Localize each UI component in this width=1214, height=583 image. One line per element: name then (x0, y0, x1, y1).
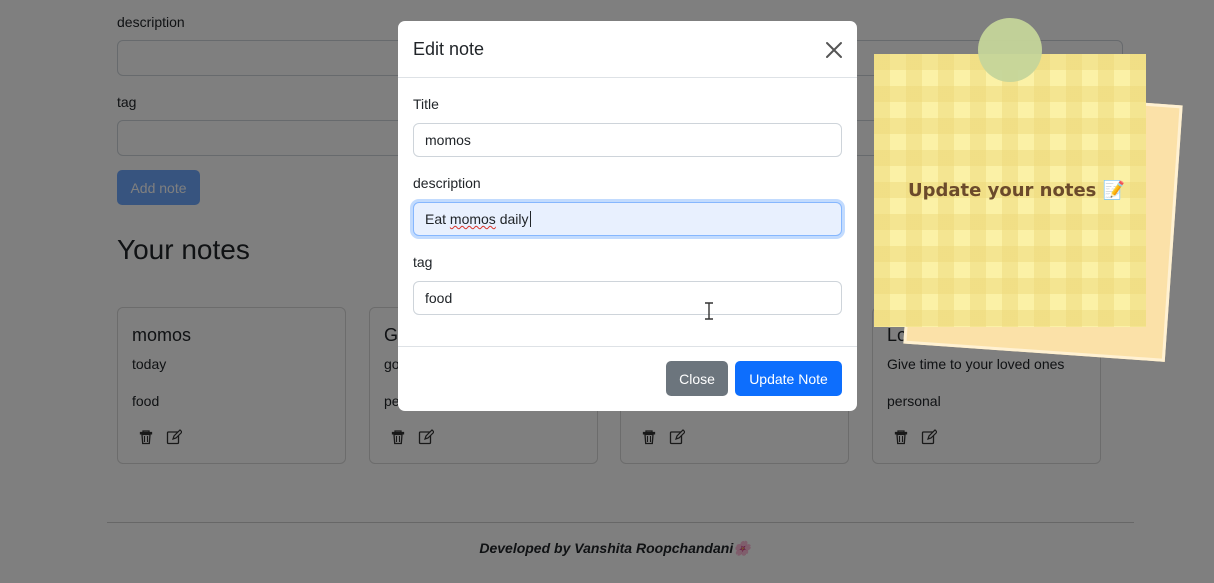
sticky-note-label: Update your notes (908, 180, 1097, 201)
text-caret (529, 211, 531, 227)
tag-input[interactable]: food (413, 281, 842, 315)
sticky-note-illustration: Update your notes 📝 (872, 18, 1183, 362)
memo-icon: 📝 (1102, 180, 1126, 201)
misspelled-word: momos (449, 211, 496, 227)
update-note-button[interactable]: Update Note (735, 361, 842, 396)
title-input-value: momos (425, 132, 471, 148)
close-button[interactable]: Close (666, 361, 728, 396)
close-icon[interactable] (824, 40, 844, 60)
description-label: description (413, 175, 481, 191)
modal-footer-divider (398, 346, 857, 347)
edit-note-modal: Edit note Title momos description Eat mo… (398, 21, 857, 411)
tag-label: tag (413, 254, 433, 270)
sticky-note-text: Update your notes 📝 (908, 180, 1125, 201)
title-input[interactable]: momos (413, 123, 842, 157)
modal-title: Edit note (413, 39, 485, 59)
modal-header: Edit note (398, 21, 857, 78)
description-word: Eat (425, 211, 450, 227)
title-label: Title (413, 96, 439, 112)
description-input[interactable]: Eat momos daily (413, 202, 842, 236)
description-rest: daily (495, 211, 529, 227)
text-cursor-icon (705, 302, 713, 320)
pin-icon (978, 18, 1042, 82)
tag-input-value: food (425, 290, 453, 306)
